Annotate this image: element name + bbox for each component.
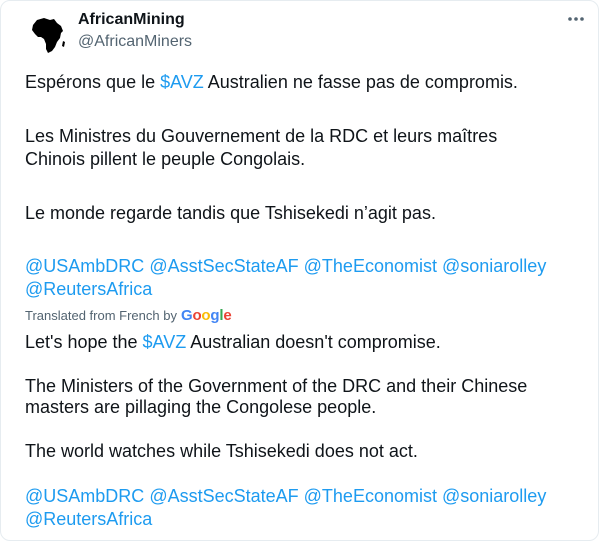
mention-link[interactable]: @ReutersAfrica xyxy=(25,509,152,529)
original-mentions: @USAmbDRC @AsstSecStateAF @TheEconomist … xyxy=(25,255,585,301)
avatar[interactable] xyxy=(23,11,71,59)
mention-link[interactable]: @USAmbDRC xyxy=(25,256,144,276)
translated-mentions: @USAmbDRC @AsstSecStateAF @TheEconomist … xyxy=(25,485,585,531)
translation-notice: Translated from French by Google xyxy=(25,307,232,324)
translation-label: Translated from French by xyxy=(25,308,177,323)
original-paragraph-2: Les Ministres du Gouvernement de la RDC … xyxy=(25,126,498,169)
mention-link[interactable]: @AsstSecStateAF xyxy=(149,486,298,506)
more-options-icon[interactable] xyxy=(566,12,586,26)
original-paragraph-3: Le monde regarde tandis que Tshisekedi n… xyxy=(25,203,436,223)
author-name[interactable]: AfricanMining xyxy=(78,11,185,29)
translated-paragraph-3: The world watches while Tshisekedi does … xyxy=(25,441,418,461)
africa-map-icon xyxy=(23,11,71,59)
mention-link[interactable]: @USAmbDRC xyxy=(25,486,144,506)
translated-paragraph-2: The Ministers of the Government of the D… xyxy=(25,376,528,417)
mention-link[interactable]: @TheEconomist xyxy=(304,486,437,506)
original-line-1: Espérons que le $AVZ Australien ne fasse… xyxy=(25,72,518,92)
translated-line-1: Let's hope the $AVZ Australian doesn't c… xyxy=(25,332,441,352)
mention-link[interactable]: @soniarolley xyxy=(442,486,546,506)
cashtag-link[interactable]: $AVZ xyxy=(160,72,204,92)
mention-link[interactable]: @TheEconomist xyxy=(304,256,437,276)
tweet-card: AfricanMining @AfricanMiners Espérons qu… xyxy=(0,0,599,541)
author-handle[interactable]: @AfricanMiners xyxy=(78,33,192,51)
mention-link[interactable]: @soniarolley xyxy=(442,256,546,276)
cashtag-link[interactable]: $AVZ xyxy=(143,332,187,352)
mention-link[interactable]: @ReutersAfrica xyxy=(25,279,152,299)
google-logo[interactable]: Google xyxy=(181,307,232,324)
mention-link[interactable]: @AsstSecStateAF xyxy=(149,256,298,276)
